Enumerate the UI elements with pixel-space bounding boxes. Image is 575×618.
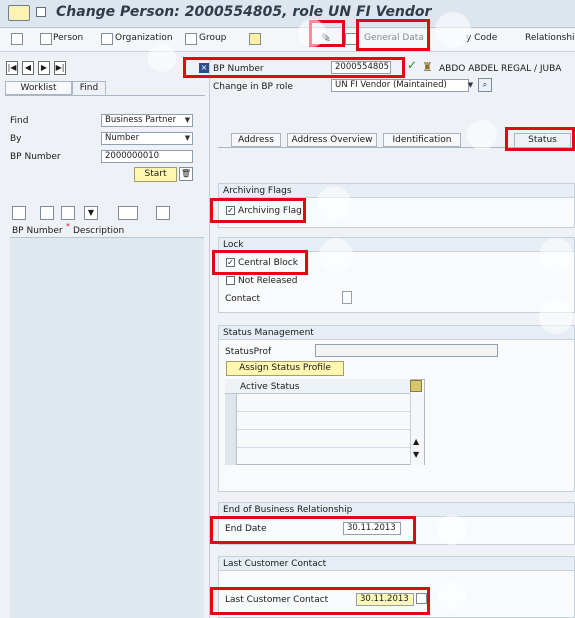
table-row-divider [237,447,410,448]
status-management-title: Status Management [219,326,574,340]
window-title: Change Person: 2000554805, role UN FI Ve… [56,4,432,20]
change-role-label: Change in BP role [213,82,293,92]
document-icon[interactable] [101,33,113,45]
row-selector-column [225,394,237,465]
table-row-divider [237,411,410,412]
last-customer-contact-group: Last Customer Contact [218,556,575,618]
grid-settings-icon[interactable] [12,206,26,220]
toggle-icon[interactable] [345,33,357,45]
not-released-checkbox[interactable] [226,276,235,285]
lock-group: Lock [218,237,575,313]
tab-identification[interactable]: Identification [383,133,461,147]
central-block-checkbox[interactable]: ✓ [226,258,235,267]
change-role-field[interactable]: UN FI Vendor (Maintained) [331,79,469,92]
chevron-down-icon[interactable]: ▼ [183,115,192,126]
lock-title: Lock [219,238,574,252]
bp-number-search-label: BP Number [10,152,61,162]
last-customer-contact-field[interactable]: 30.11.2013 [356,593,414,606]
archiving-flag-label: Archiving Flag [238,206,302,216]
column-bp-number[interactable]: BP Number [12,226,63,236]
table-row-divider [237,429,410,430]
organization-button[interactable]: Organization [115,33,173,43]
find-next-icon[interactable] [61,206,75,220]
central-block-label: Central Block [238,258,298,268]
contact-label: Contact [225,294,261,304]
person-icon: ♜ [422,60,433,74]
partner-name: ABDO ABDEL REGAL / JUBA [439,64,562,74]
chevron-down-icon[interactable]: ▼ [183,133,192,144]
trash-icon[interactable]: 🗑 [179,167,193,181]
relationships-button[interactable]: Relationship [525,33,575,43]
export-icon[interactable] [156,206,170,220]
calendar-icon[interactable] [416,593,427,604]
last-customer-contact-label: Last Customer Contact [225,595,329,605]
archiving-title: Archiving Flags [219,184,574,198]
check-icon: ✓ [407,58,418,72]
layout-icon[interactable] [118,206,138,220]
last-page-icon[interactable]: ▶| [54,61,66,75]
tab-divider [5,95,205,96]
document-icon[interactable] [40,33,52,45]
end-date-field[interactable]: 30.11.2013 [343,522,401,535]
edit-pencil-icon[interactable]: ✎ [321,31,337,46]
bp-number-label: BP Number [213,64,264,74]
assign-status-profile-button[interactable]: Assign Status Profile [226,361,344,376]
tab-strip-divider [218,147,575,148]
folder-icon[interactable] [249,33,261,45]
start-button[interactable]: Start [134,167,177,182]
chevron-down-icon[interactable]: ▼ [466,80,475,91]
document-icon[interactable] [185,33,197,45]
list-icon[interactable] [11,33,23,45]
by-field[interactable]: Number [101,132,193,145]
group-button[interactable]: Group [199,33,226,43]
tab-status[interactable]: Status [514,133,571,147]
bp-number-field[interactable]: 2000554805 [331,61,391,74]
scroll-up-icon[interactable]: ▲ [413,437,419,446]
window-menu-icon[interactable] [36,7,46,17]
scroll-down-icon[interactable]: ▼ [413,450,419,459]
column-description[interactable]: Description [73,226,124,236]
tab-worklist[interactable]: Worklist [5,81,72,95]
previous-page-icon[interactable]: ◀ [22,61,34,75]
archiving-flag-checkbox[interactable]: ✓ [226,206,235,215]
last-customer-contact-title: Last Customer Contact [219,557,574,571]
left-grid-body [10,238,204,618]
status-prof-field[interactable] [315,344,498,357]
sap-logo-icon [8,5,30,21]
person-button[interactable]: Person [53,33,83,43]
required-marker: * [66,222,70,231]
not-released-label: Not Released [238,276,298,286]
tab-address-overview[interactable]: Address Overview [287,133,377,147]
find-field[interactable]: Business Partner [101,114,193,127]
contact-field[interactable] [342,291,352,304]
table-settings-icon[interactable] [410,380,422,392]
by-label: By [10,134,22,144]
bp-number-search-field[interactable]: 2000000010 [101,150,193,163]
partner-type-icon: × [199,63,209,73]
tab-address[interactable]: Address [231,133,281,147]
company-code-button[interactable]: y Code [466,33,497,43]
status-prof-label: StatusProf [225,347,272,357]
active-status-header: Active Status [240,382,300,392]
general-data-button[interactable]: General Data [364,33,424,43]
first-page-icon[interactable]: |◀ [6,61,18,75]
search-icon[interactable]: ⌕ [478,78,492,92]
end-date-label: End Date [225,524,267,534]
end-business-title: End of Business Relationship [219,503,574,517]
next-page-icon[interactable]: ▶ [38,61,50,75]
find-icon[interactable] [40,206,54,220]
find-label: Find [10,116,29,126]
tab-find[interactable]: Find [72,81,106,95]
filter-icon[interactable]: ▼ [84,206,98,220]
